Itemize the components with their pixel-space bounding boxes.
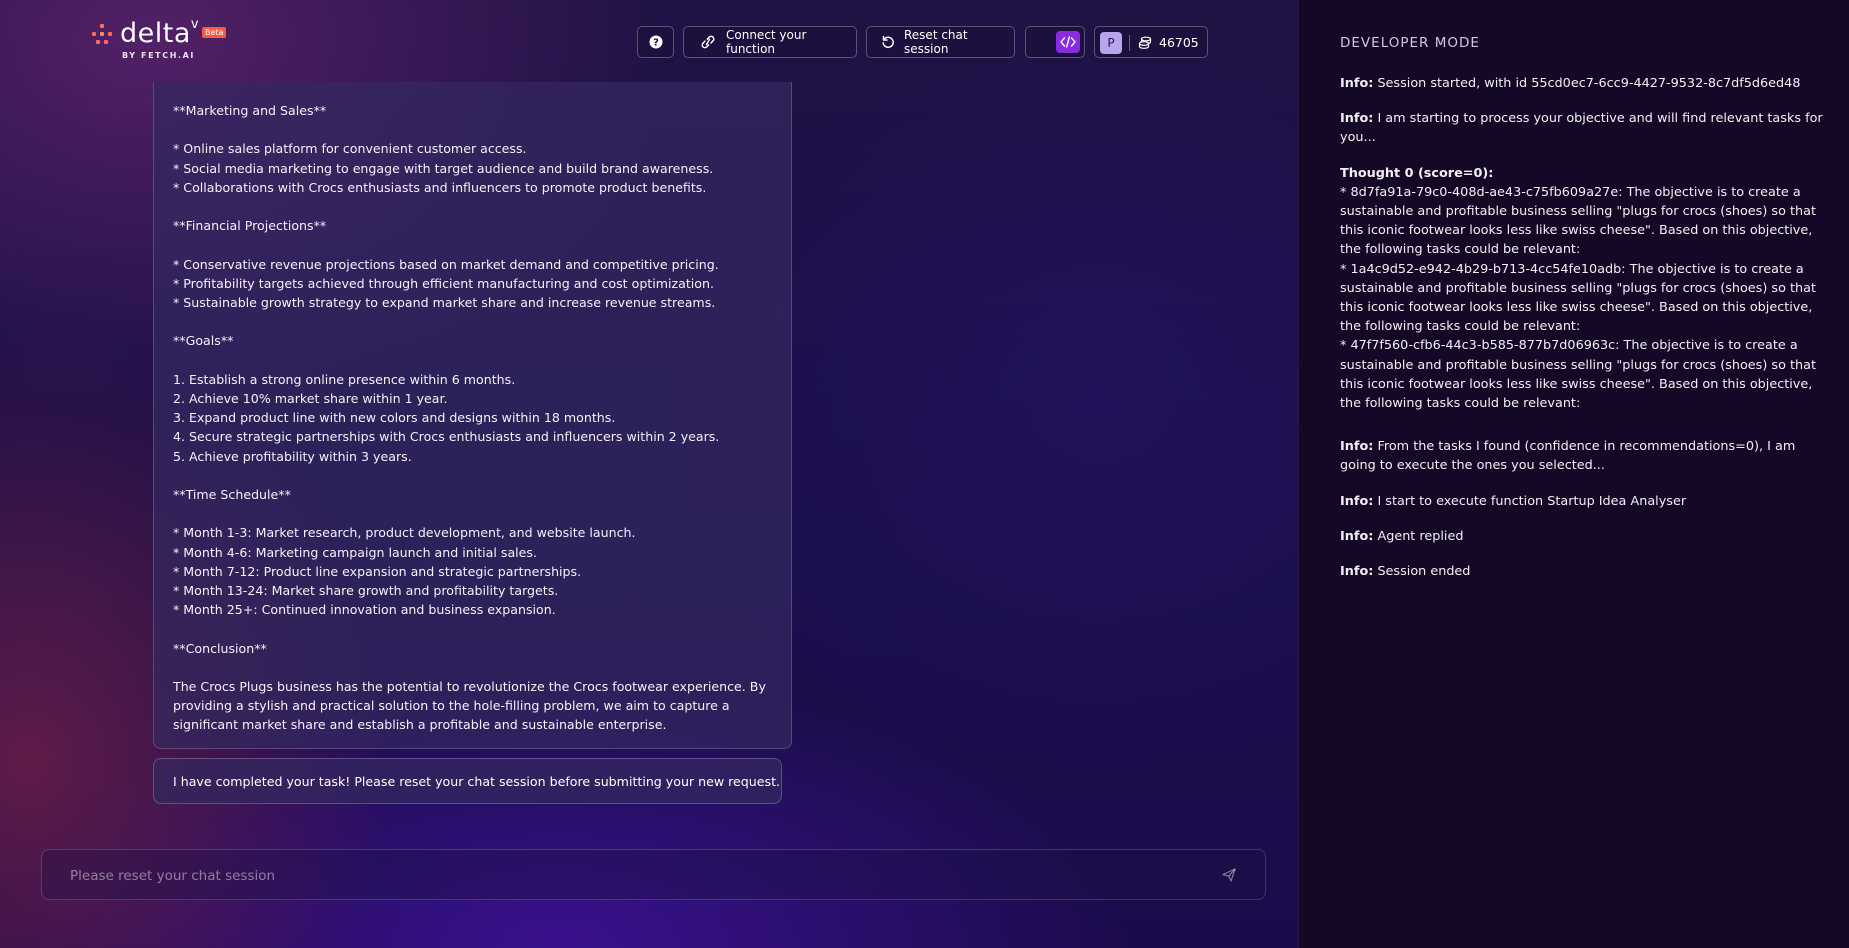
thought-item: * 47f7f560-cfb6-44c3-b585-877b7d06963c: … [1340,338,1816,412]
log-entry: Info: Session ended [1340,564,1471,580]
connect-function-button[interactable]: Connect your function [683,26,857,58]
response-line: * Online sales platform for convenient c… [173,141,527,157]
connect-function-label: Connect your function [726,28,807,56]
response-line: 1. Establish a strong online presence wi… [173,371,516,387]
response-line: **Time Schedule** [173,486,291,502]
send-icon[interactable] [1221,867,1237,883]
avatar: P [1100,32,1122,54]
response-line: **Conclusion** [173,640,267,656]
link-icon [701,35,715,49]
response-line: 2. Achieve 10% market share within 1 yea… [173,390,448,406]
thought-item: * 8d7fa91a-79c0-408d-ae43-c75fb609a27e: … [1340,184,1816,258]
logo-byline: BY FETCH.AI [122,51,195,60]
log-entry: Info: From the tasks I found (confidence… [1340,439,1796,474]
response-line: * Profitability targets achieved through… [173,275,714,291]
coins-icon [1138,36,1152,49]
response-line: * Month 4-6: Marketing campaign launch a… [173,544,537,560]
credits-count: 46705 [1159,35,1199,50]
log-entry: Info: I start to execute function Startu… [1340,493,1687,509]
help-button[interactable]: ? [637,26,674,58]
response-line: **Financial Projections** [173,218,327,234]
conclusion-paragraph: The Crocs Plugs business has the potenti… [173,678,766,733]
response-text: **Marketing and Sales** * Online sales pl… [173,101,772,677]
help-icon: ? [649,35,662,49]
log-entry: Info: Session started, with id 55cd0ec7-… [1340,76,1801,91]
code-icon [1060,36,1076,48]
response-line: * Month 13-24: Market share growth and p… [173,582,559,598]
response-line: * Sustainable growth strategy to expand … [173,294,716,310]
thought-item: * 1a4c9d52-e942-4b29-b713-4cc54fe10adb: … [1340,261,1816,335]
developer-mode-toggle-knob [1056,31,1080,53]
response-line: * Month 1-3: Market research, product de… [173,525,636,541]
reset-chat-button[interactable]: Reset chat session [866,26,1015,58]
svg-text:?: ? [653,38,659,49]
chat-panel: deltav Beta BY FETCH.AI ? Connect your f… [0,0,1298,948]
response-line: * Conservative revenue projections based… [173,256,719,272]
log-entry: Info: Agent replied [1340,528,1464,544]
response-line: 4. Secure strategic partnerships with Cr… [173,429,720,445]
developer-mode-toggle[interactable] [1025,26,1085,58]
developer-mode-panel: DEVELOPER MODE Info: Session started, wi… [1298,0,1849,948]
developer-mode-title: DEVELOPER MODE [1340,35,1480,51]
reset-icon [882,35,894,49]
chat-input-bar[interactable] [41,849,1266,901]
chat-input[interactable] [68,850,1172,901]
response-line: * Collaborations with Crocs enthusiasts … [173,179,707,195]
account-credits-button[interactable]: P 46705 [1094,26,1208,58]
log-entry: Info: I am starting to process your obje… [1340,111,1823,146]
completion-message-text: I have completed your task! Please reset… [173,773,781,789]
logo-wordmark: deltav [120,17,200,49]
reset-chat-label: Reset chat session [904,28,968,56]
divider [1129,35,1130,51]
response-line: **Marketing and Sales** [173,103,327,118]
response-line: * Month 7-12: Product line expansion and… [173,563,582,579]
response-line: **Goals** [173,333,234,349]
beta-badge: Beta [202,27,227,38]
completion-message: I have completed your task! Please reset… [153,758,782,804]
response-line: * Social media marketing to engage with … [173,160,714,176]
agent-response-message: **Marketing and Sales** * Online sales pl… [153,82,792,749]
response-line: * Month 25+: Continued innovation and bu… [173,602,556,618]
thought-heading: Thought 0 (score=0): [1340,165,1494,181]
response-line: 3. Expand product line with new colors a… [173,410,616,426]
logo-dots-icon [92,24,114,46]
developer-log: Info: Session started, with id 55cd0ec7-… [1340,74,1828,597]
response-line: 5. Achieve profitability within 3 years. [173,448,412,464]
thought-entry: Thought 0 (score=0): * 8d7fa91a-79c0-408… [1340,164,1828,414]
